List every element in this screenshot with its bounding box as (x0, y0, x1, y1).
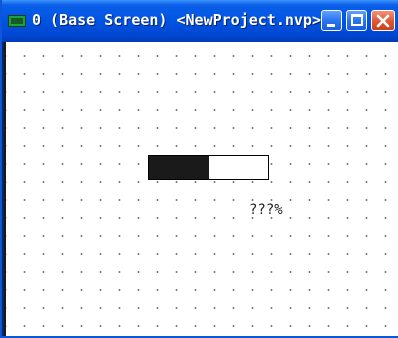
progress-bar-fill (149, 156, 209, 179)
screen-canvas[interactable]: ???% (4, 42, 398, 336)
close-button[interactable] (371, 10, 395, 31)
app-window: 0 (Base Screen) <NewProject.nvp> ???% (0, 0, 398, 338)
maximize-icon (351, 14, 363, 26)
minimize-icon (327, 24, 335, 27)
progress-bar[interactable] (148, 155, 269, 180)
screen-icon (8, 15, 26, 27)
maximize-button[interactable] (346, 10, 367, 31)
minimize-button[interactable] (321, 10, 342, 31)
window-title: 0 (Base Screen) <NewProject.nvp> (32, 11, 321, 29)
percent-label[interactable]: ???% (249, 202, 283, 218)
close-icon (376, 14, 390, 28)
title-bar[interactable]: 0 (Base Screen) <NewProject.nvp> (2, 0, 398, 42)
